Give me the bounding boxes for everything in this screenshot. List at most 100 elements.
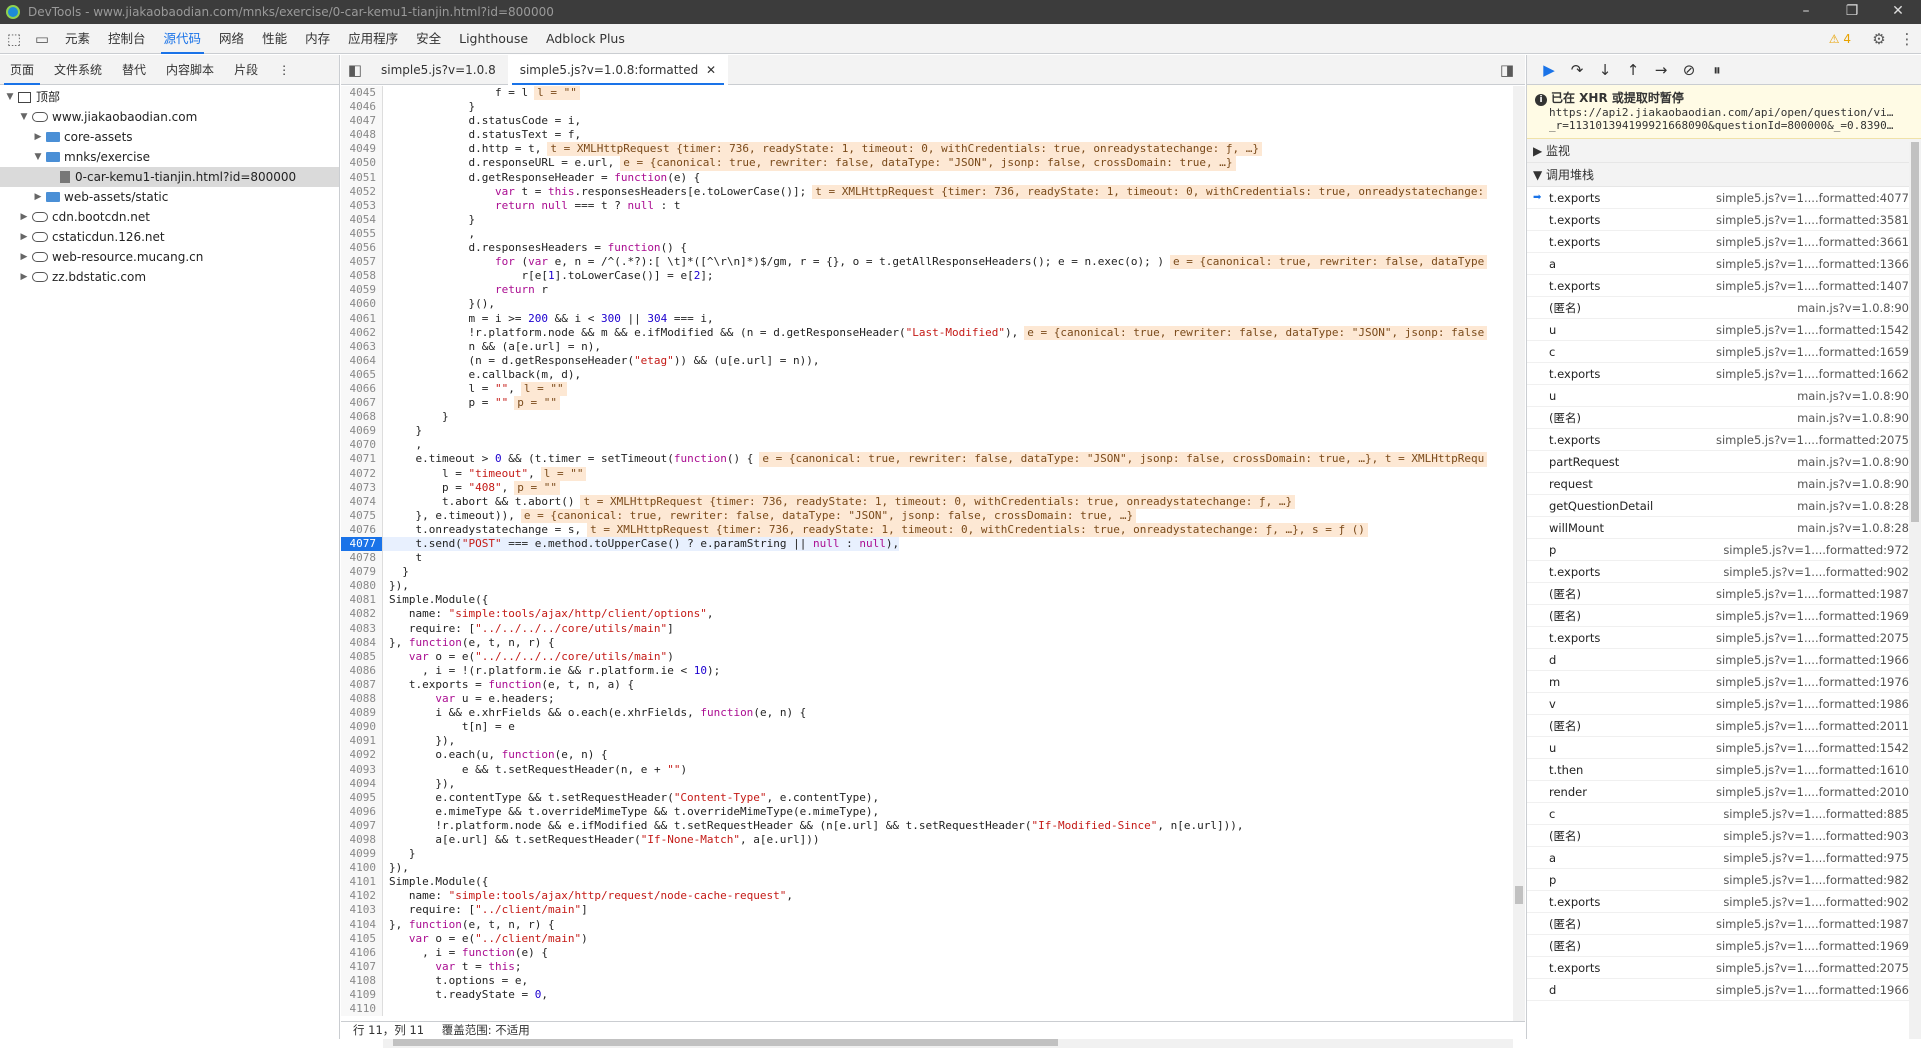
panel-tab[interactable]: 网络 (210, 24, 253, 54)
panel-tab[interactable]: 元素 (56, 24, 99, 54)
line-number[interactable]: 4110 (341, 1002, 383, 1017)
callstack-frame[interactable]: p simple5.js?v=1....formatted:982 (1527, 869, 1921, 891)
callstack-frame[interactable]: render simple5.js?v=1....formatted:2010 (1527, 781, 1921, 803)
frame-location[interactable]: simple5.js?v=1....formatted:1542 (1703, 737, 1909, 758)
line-number[interactable]: 4063 (341, 339, 383, 354)
line-number[interactable]: 4087 (341, 677, 383, 693)
frame-location[interactable]: simple5.js?v=1....formatted:1659 (1703, 341, 1909, 362)
frame-location[interactable]: simple5.js?v=1....formatted:1366 (1703, 253, 1909, 274)
expand-arrow-icon[interactable]: ▼ (4, 87, 16, 107)
line-number[interactable]: 4046 (341, 100, 383, 115)
tree-item[interactable]: ▶ core-assets (0, 127, 339, 147)
callstack-frame[interactable]: request main.js?v=1.0.8:90 (1527, 473, 1921, 495)
step-over-icon[interactable]: ↷ (1563, 56, 1591, 84)
tree-item[interactable]: ▼ mnks/exercise (0, 147, 339, 167)
callstack-frame[interactable]: a simple5.js?v=1....formatted:975 (1527, 847, 1921, 869)
line-number[interactable]: 4079 (341, 565, 383, 580)
frame-location[interactable]: simple5.js?v=1....formatted:1542 (1703, 319, 1909, 340)
line-number[interactable]: 4062 (341, 325, 383, 340)
frame-location[interactable]: simple5.js?v=1....formatted:982 (1703, 869, 1909, 890)
tree-item[interactable]: ▼ 顶部 (0, 87, 339, 107)
panel-tab[interactable]: 控制台 (99, 24, 155, 54)
watch-section-header[interactable]: ▶ 监视 (1527, 139, 1921, 163)
frame-location[interactable]: simple5.js?v=1....formatted:3581 (1703, 209, 1909, 230)
toggle-navigator-icon[interactable]: ◧ (341, 56, 369, 84)
warning-count[interactable]: ⚠ 4 (1829, 32, 1851, 46)
more-options-icon[interactable]: ⋮ (1893, 25, 1921, 53)
step-out-icon[interactable]: ↑ (1619, 56, 1647, 84)
line-number[interactable]: 4068 (341, 410, 383, 425)
line-number[interactable]: 4060 (341, 297, 383, 312)
line-number[interactable]: 4089 (341, 706, 383, 721)
frame-location[interactable]: main.js?v=1.0.8:90 (1703, 385, 1909, 406)
line-number[interactable]: 4048 (341, 128, 383, 143)
frame-location[interactable]: simple5.js?v=1....formatted:1610 (1703, 759, 1909, 780)
resume-icon[interactable]: ▶ (1535, 56, 1563, 84)
toggle-debugger-icon[interactable]: ◨ (1493, 56, 1521, 84)
device-toggle-icon[interactable]: ▭ (28, 25, 56, 53)
line-number[interactable]: 4083 (341, 621, 383, 636)
line-number[interactable]: 4086 (341, 663, 383, 678)
navigator-tab[interactable]: 片段 (224, 55, 268, 85)
line-number[interactable]: 4108 (341, 973, 383, 988)
step-into-icon[interactable]: ↓ (1591, 56, 1619, 84)
panel-tab[interactable]: 性能 (253, 24, 296, 54)
line-number[interactable]: 4058 (341, 269, 383, 284)
callstack-frame[interactable]: a simple5.js?v=1....formatted:1366 (1527, 253, 1921, 275)
settings-gear-icon[interactable]: ⚙ (1865, 25, 1893, 53)
callstack-frame[interactable]: (匿名) simple5.js?v=1....formatted:2011 (1527, 715, 1921, 737)
frame-location[interactable]: simple5.js?v=1....formatted:903 (1703, 825, 1909, 846)
frame-location[interactable]: simple5.js?v=1....formatted:1966 (1703, 979, 1909, 1000)
frame-location[interactable]: main.js?v=1.0.8:28 (1703, 517, 1909, 538)
line-number[interactable]: 4080 (341, 579, 383, 594)
line-number[interactable]: 4050 (341, 156, 383, 171)
line-number[interactable]: 4071 (341, 452, 383, 467)
deactivate-breakpoints-icon[interactable]: ⊘ (1675, 56, 1703, 84)
panel-tab[interactable]: 源代码 (155, 24, 211, 54)
line-number[interactable]: 4066 (341, 381, 383, 397)
step-icon[interactable]: → (1647, 56, 1675, 84)
tree-item[interactable]: ▼ www.jiakaobaodian.com (0, 107, 339, 127)
callstack-frame[interactable]: u simple5.js?v=1....formatted:1542 (1527, 737, 1921, 759)
callstack-frame[interactable]: t.exports simple5.js?v=1....formatted:902 (1527, 891, 1921, 913)
line-number[interactable]: 4064 (341, 353, 383, 368)
navigator-tab[interactable]: 内容脚本 (156, 55, 224, 85)
callstack-frame[interactable]: t.exports simple5.js?v=1....formatted:207… (1527, 957, 1921, 979)
callstack-frame[interactable]: getQuestionDetail main.js?v=1.0.8:28 (1527, 495, 1921, 517)
navigator-tab[interactable]: 替代 (112, 55, 156, 85)
line-number[interactable]: 4101 (341, 875, 383, 890)
line-number[interactable]: 4055 (341, 226, 383, 242)
frame-location[interactable]: simple5.js?v=1....formatted:2075 (1703, 957, 1909, 978)
frame-location[interactable]: simple5.js?v=1....formatted:4077 (1703, 187, 1909, 208)
expand-arrow-icon[interactable]: ▶ (32, 187, 44, 207)
callstack-frame[interactable]: (匿名) main.js?v=1.0.8:90 (1527, 297, 1921, 319)
editor-file-tab[interactable]: simple5.js?v=1.0.8:formatted ✕ (507, 54, 729, 85)
line-number[interactable]: 4074 (341, 494, 383, 509)
line-number[interactable]: 4093 (341, 762, 383, 777)
callstack-frame[interactable]: t.then simple5.js?v=1....formatted:1610 (1527, 759, 1921, 781)
editor-vertical-scrollbar[interactable] (1513, 86, 1525, 1036)
panel-tab[interactable]: 内存 (296, 24, 339, 54)
callstack-frame[interactable]: t.exports simple5.js?v=1....formatted:358… (1527, 209, 1921, 231)
callstack-frame[interactable]: t.exports simple5.js?v=1....formatted:140… (1527, 275, 1921, 297)
navigator-tab[interactable]: 页面 (0, 55, 44, 85)
frame-location[interactable]: simple5.js?v=1....formatted:2010 (1703, 781, 1909, 802)
inspect-element-icon[interactable]: ⬚ (0, 25, 28, 53)
line-number[interactable]: 4072 (341, 466, 383, 481)
line-number[interactable]: 4106 (341, 945, 383, 960)
close-tab-icon[interactable]: ✕ (702, 63, 716, 77)
expand-arrow-icon[interactable]: ▶ (18, 267, 30, 287)
callstack-frame[interactable]: d simple5.js?v=1....formatted:1966 (1527, 979, 1921, 1001)
line-number[interactable]: 4054 (341, 212, 383, 227)
line-number[interactable]: 4077 (341, 537, 383, 552)
callstack-frame[interactable]: willMount main.js?v=1.0.8:28 (1527, 517, 1921, 539)
callstack-section-header[interactable]: ▼ 调用堆栈 (1527, 163, 1921, 187)
line-number[interactable]: 4057 (341, 255, 383, 270)
callstack-frame[interactable]: t.exports simple5.js?v=1....formatted:366… (1527, 231, 1921, 253)
callstack-frame[interactable]: c simple5.js?v=1....formatted:885 (1527, 803, 1921, 825)
frame-location[interactable]: simple5.js?v=1....formatted:2075 (1703, 429, 1909, 450)
tree-item[interactable]: ▶ zz.bdstatic.com (0, 267, 339, 287)
line-number[interactable]: 4095 (341, 790, 383, 805)
panel-tab[interactable]: Adblock Plus (537, 24, 634, 54)
frame-location[interactable]: simple5.js?v=1....formatted:902 (1703, 891, 1909, 912)
